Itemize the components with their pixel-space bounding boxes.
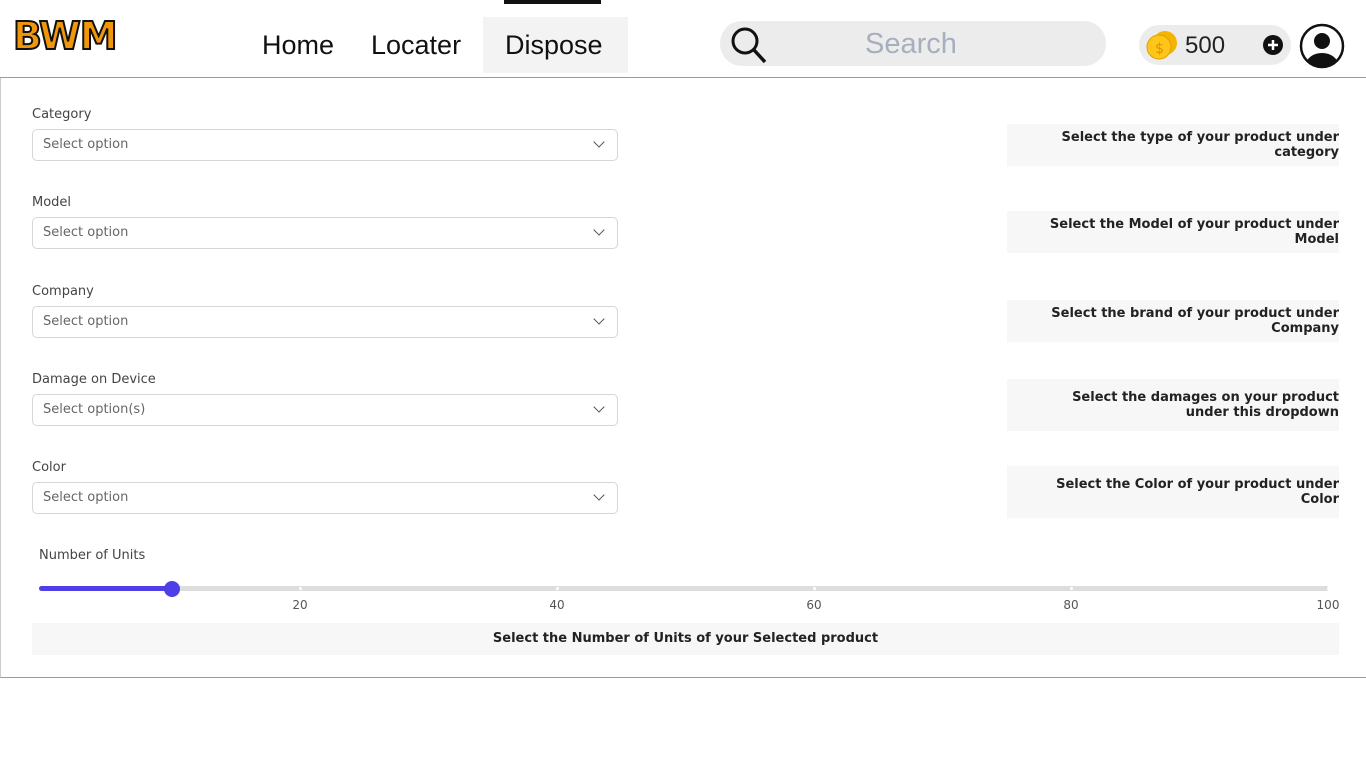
coin-count: 500: [1185, 32, 1226, 59]
logo[interactable]: BWM: [12, 13, 119, 59]
field-select[interactable]: Select option: [32, 217, 618, 249]
slider-tick-label: 100: [1316, 598, 1340, 612]
slider-tick: [813, 587, 816, 590]
field-hint-text: Select the Model of your product under M…: [1049, 217, 1339, 247]
select-placeholder: Select option: [43, 490, 129, 505]
select-placeholder: Select option: [43, 314, 129, 329]
slider-tick: [1327, 587, 1330, 590]
add-coins-icon[interactable]: [1263, 35, 1283, 55]
field-hint: Select the damages on your product under…: [1007, 379, 1339, 431]
field-hint: Select the Model of your product under M…: [1007, 211, 1339, 253]
units-slider-fill: [39, 586, 172, 591]
field-label: Category: [32, 107, 92, 122]
field-hint: Select the brand of your product under C…: [1007, 300, 1339, 342]
svg-text:$: $: [1155, 41, 1164, 57]
chevron-down-icon: [593, 224, 605, 236]
field-hint-text: Select the damages on your product under…: [1072, 390, 1339, 420]
slider-tick-label: 40: [549, 598, 565, 612]
coin-balance: $ 500: [1139, 25, 1291, 65]
coin-icon: $: [1146, 31, 1177, 60]
field-select[interactable]: Select option(s): [32, 394, 618, 426]
header: BWM Home Locater Dispose Search $ 500: [0, 0, 1366, 78]
user-avatar-icon[interactable]: [1299, 23, 1345, 69]
field-select[interactable]: Select option: [32, 482, 618, 514]
field-hint-text: Select the brand of your product under C…: [1051, 306, 1339, 336]
chevron-down-icon: [593, 489, 605, 501]
chevron-down-icon: [593, 136, 605, 148]
nav-dispose[interactable]: Dispose: [483, 17, 628, 73]
field-label: Damage on Device: [32, 372, 156, 387]
field-label: Model: [32, 195, 72, 210]
field-select[interactable]: Select option: [32, 306, 618, 338]
field-hint: Select the type of your product under ca…: [1007, 124, 1339, 166]
chevron-down-icon: [593, 313, 605, 325]
nav-home[interactable]: Home: [240, 17, 356, 73]
nav-locater[interactable]: Locater: [349, 17, 483, 73]
select-placeholder: Select option: [43, 225, 129, 240]
field-hint-text: Select the Color of your product under C…: [1056, 477, 1339, 507]
slider-tick: [556, 587, 559, 590]
search-icon: [731, 27, 767, 64]
slider-tick-label: 60: [806, 598, 822, 612]
search-placeholder: Search: [865, 28, 957, 60]
select-placeholder: Select option(s): [43, 402, 146, 417]
field-label: Color: [32, 460, 66, 475]
units-slider-thumb[interactable]: [163, 581, 180, 597]
slider-tick: [299, 587, 302, 590]
field-label: Company: [32, 284, 94, 299]
active-tab-indicator: [504, 0, 601, 4]
units-hint: Select the Number of Units of your Selec…: [32, 623, 1339, 655]
field-hint: Select the Color of your product under C…: [1007, 466, 1339, 518]
slider-tick-label: 20: [292, 598, 308, 612]
slider-tick: [1070, 587, 1073, 590]
field-select[interactable]: Select option: [32, 129, 618, 161]
units-slider[interactable]: [39, 586, 1329, 591]
search-input[interactable]: Search: [720, 21, 1106, 66]
select-placeholder: Select option: [43, 137, 129, 152]
field-hint-text: Select the type of your product under ca…: [1061, 130, 1339, 160]
slider-tick-label: 80: [1063, 598, 1079, 612]
units-label: Number of Units: [39, 548, 146, 563]
chevron-down-icon: [593, 401, 605, 413]
